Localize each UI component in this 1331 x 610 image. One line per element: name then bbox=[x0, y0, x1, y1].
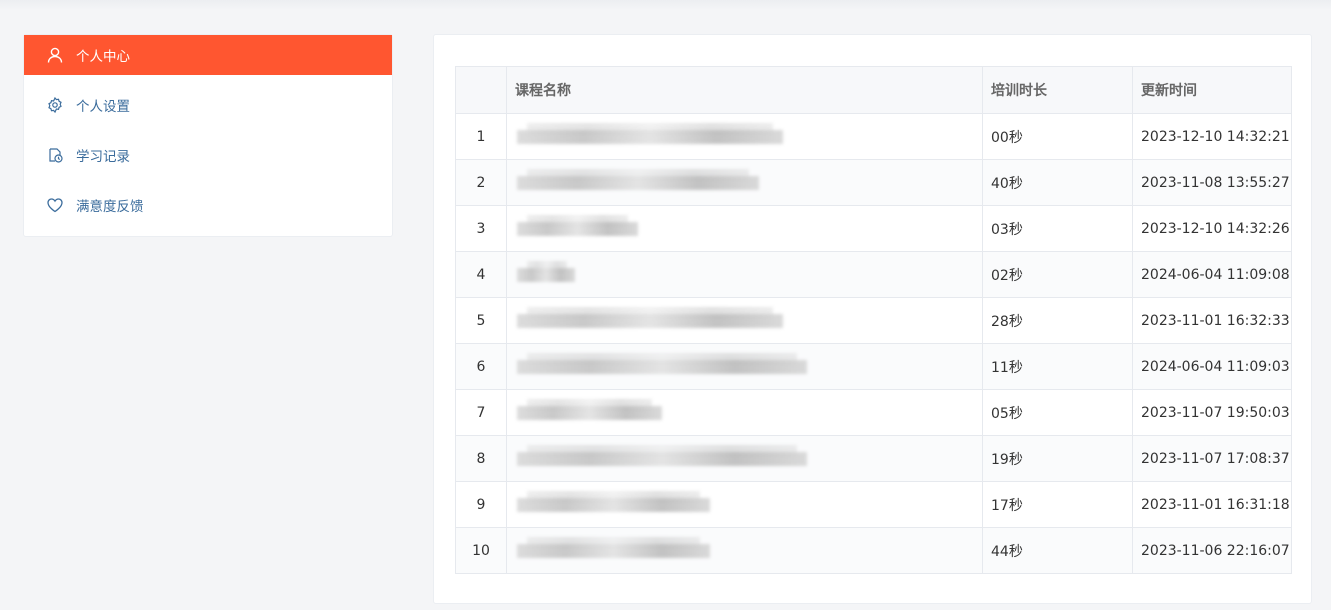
redacted-text bbox=[515, 490, 982, 519]
redacted-text bbox=[515, 214, 982, 243]
sidebar-item-label: 满意度反馈 bbox=[76, 199, 144, 215]
row-index: 5 bbox=[455, 297, 507, 344]
row-index: 4 bbox=[455, 251, 507, 298]
header-course-name: 课程名称 bbox=[506, 66, 983, 114]
redacted-text bbox=[515, 168, 982, 197]
row-course-name-redacted bbox=[506, 297, 983, 344]
redacted-text bbox=[515, 352, 982, 381]
row-updated-time: 2023-11-07 19:50:03 bbox=[1132, 389, 1292, 436]
header-duration: 培训时长 bbox=[982, 66, 1133, 114]
sidebar-item-feedback[interactable]: 满意度反馈 bbox=[24, 185, 392, 225]
row-duration: 40秒 bbox=[982, 159, 1133, 206]
row-course-name-redacted bbox=[506, 159, 983, 206]
row-course-name-redacted bbox=[506, 527, 983, 574]
row-duration: 28秒 bbox=[982, 297, 1133, 344]
row-course-name-redacted bbox=[506, 251, 983, 298]
table-row: 1 00秒 2023-12-10 14:32:21 bbox=[455, 113, 1292, 160]
table-row: 5 28秒 2023-11-01 16:32:33 bbox=[455, 297, 1292, 344]
row-duration: 00秒 bbox=[982, 113, 1133, 160]
row-index: 1 bbox=[455, 113, 507, 160]
row-course-name-redacted bbox=[506, 389, 983, 436]
table-row: 10 44秒 2023-11-06 22:16:07 bbox=[455, 527, 1292, 574]
table-row: 7 05秒 2023-11-07 19:50:03 bbox=[455, 389, 1292, 436]
top-shadow bbox=[0, 0, 1331, 10]
redacted-text bbox=[515, 306, 982, 335]
row-duration: 17秒 bbox=[982, 481, 1133, 528]
gear-icon bbox=[46, 96, 64, 114]
header-updated-time: 更新时间 bbox=[1132, 66, 1292, 114]
row-updated-time: 2023-11-01 16:31:18 bbox=[1132, 481, 1292, 528]
row-updated-time: 2023-12-10 14:32:21 bbox=[1132, 113, 1292, 160]
course-table: 课程名称 培训时长 更新时间 1 00秒 2023-12-10 14:32:21 2 4… bbox=[455, 66, 1292, 574]
history-icon bbox=[46, 146, 64, 164]
sidebar-item-label: 个人中心 bbox=[76, 49, 130, 65]
row-updated-time: 2023-11-01 16:32:33 bbox=[1132, 297, 1292, 344]
row-index: 3 bbox=[455, 205, 507, 252]
row-duration: 05秒 bbox=[982, 389, 1133, 436]
row-index: 6 bbox=[455, 343, 507, 390]
row-updated-time: 2023-11-06 22:16:07 bbox=[1132, 527, 1292, 574]
redacted-text bbox=[515, 444, 982, 473]
heart-icon bbox=[46, 196, 64, 214]
row-course-name-redacted bbox=[506, 205, 983, 252]
row-duration: 02秒 bbox=[982, 251, 1133, 298]
table-header-row: 课程名称 培训时长 更新时间 bbox=[455, 66, 1292, 114]
table-row: 9 17秒 2023-11-01 16:31:18 bbox=[455, 481, 1292, 528]
main-panel: 课程名称 培训时长 更新时间 1 00秒 2023-12-10 14:32:21 2 4… bbox=[433, 34, 1312, 604]
sidebar-item-label: 个人设置 bbox=[76, 99, 130, 115]
row-updated-time: 2023-11-08 13:55:27 bbox=[1132, 159, 1292, 206]
table-row: 4 02秒 2024-06-04 11:09:08 bbox=[455, 251, 1292, 298]
table-row: 6 11秒 2024-06-04 11:09:03 bbox=[455, 343, 1292, 390]
redacted-text bbox=[515, 260, 982, 289]
row-updated-time: 2024-06-04 11:09:08 bbox=[1132, 251, 1292, 298]
row-duration: 03秒 bbox=[982, 205, 1133, 252]
row-duration: 44秒 bbox=[982, 527, 1133, 574]
row-index: 10 bbox=[455, 527, 507, 574]
table-row: 8 19秒 2023-11-07 17:08:37 bbox=[455, 435, 1292, 482]
sidebar-item-study-records[interactable]: 学习记录 bbox=[24, 135, 392, 175]
header-index bbox=[455, 66, 507, 114]
row-updated-time: 2023-12-10 14:32:26 bbox=[1132, 205, 1292, 252]
row-course-name-redacted bbox=[506, 113, 983, 160]
sidebar: 个人中心 个人设置 学习记录 满意度反馈 bbox=[23, 34, 393, 237]
row-updated-time: 2024-06-04 11:09:03 bbox=[1132, 343, 1292, 390]
table-row: 2 40秒 2023-11-08 13:55:27 bbox=[455, 159, 1292, 206]
row-course-name-redacted bbox=[506, 435, 983, 482]
row-index: 9 bbox=[455, 481, 507, 528]
row-course-name-redacted bbox=[506, 481, 983, 528]
row-index: 7 bbox=[455, 389, 507, 436]
redacted-text bbox=[515, 398, 982, 427]
redacted-text bbox=[515, 122, 982, 151]
redacted-text bbox=[515, 536, 982, 565]
sidebar-item-personal-settings[interactable]: 个人设置 bbox=[24, 85, 392, 125]
row-duration: 11秒 bbox=[982, 343, 1133, 390]
row-course-name-redacted bbox=[506, 343, 983, 390]
row-index: 2 bbox=[455, 159, 507, 206]
sidebar-item-label: 学习记录 bbox=[76, 149, 130, 165]
row-duration: 19秒 bbox=[982, 435, 1133, 482]
user-icon bbox=[46, 46, 64, 64]
sidebar-item-personal-center[interactable]: 个人中心 bbox=[24, 35, 392, 75]
row-updated-time: 2023-11-07 17:08:37 bbox=[1132, 435, 1292, 482]
table-row: 3 03秒 2023-12-10 14:32:26 bbox=[455, 205, 1292, 252]
row-index: 8 bbox=[455, 435, 507, 482]
